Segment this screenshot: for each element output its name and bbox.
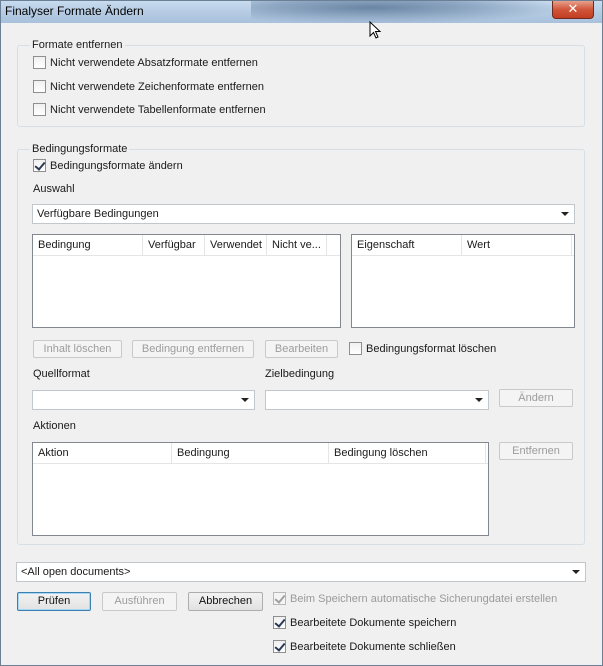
dialog-window: Finalyser Formate Ändern ✕ Formate entfe… xyxy=(0,0,603,666)
absatzformate-checkbox[interactable]: Nicht verwendete Absatzformate entfernen xyxy=(33,56,258,69)
bedingung-entfernen-button[interactable]: Bedingung entfernen xyxy=(132,340,254,358)
checkbox-box[interactable] xyxy=(273,640,286,653)
auswahl-label: Auswahl xyxy=(33,183,75,195)
documents-value: <All open documents> xyxy=(21,566,131,578)
inhalt-loeschen-button[interactable]: Inhalt löschen xyxy=(33,340,122,358)
aendern-button[interactable]: Ändern xyxy=(499,389,573,407)
entfernen-button[interactable]: Entfernen xyxy=(499,442,573,460)
auswahl-dropdown[interactable]: Verfügbare Bedingungen xyxy=(32,204,575,224)
dokumente-speichern-checkbox[interactable]: Bearbeitete Dokumente speichern xyxy=(273,616,456,629)
auswahl-value: Verfügbare Bedingungen xyxy=(37,208,159,220)
column-header-verfuegbar[interactable]: Verfügbar xyxy=(143,235,205,255)
close-button[interactable]: ✕ xyxy=(552,1,594,19)
conditions-list-header: Bedingung Verfügbar Verwendet Nicht ve..… xyxy=(33,235,340,256)
column-header-bedingung-loeschen[interactable]: Bedingung löschen xyxy=(329,443,486,463)
checkbox-box[interactable] xyxy=(33,103,46,116)
mouse-pointer-icon xyxy=(369,21,382,39)
dropdown-arrow-icon[interactable] xyxy=(561,212,569,216)
checkbox-box[interactable] xyxy=(273,616,286,629)
checkbox-label: Bedingungsformat löschen xyxy=(366,342,497,355)
actions-list-header: Aktion Bedingung Bedingung löschen xyxy=(33,443,488,464)
properties-list-header: Eigenschaft Wert xyxy=(352,235,574,256)
dropdown-arrow-icon[interactable] xyxy=(475,398,483,402)
checkbox-label: Nicht verwendete Zeichenformate entferne… xyxy=(50,80,265,93)
documents-dropdown[interactable]: <All open documents> xyxy=(16,562,586,582)
close-icon: ✕ xyxy=(567,1,579,16)
conditions-list[interactable]: Bedingung Verfügbar Verwendet Nicht ve..… xyxy=(32,234,341,328)
aktionen-label: Aktionen xyxy=(33,420,76,432)
properties-list[interactable]: Eigenschaft Wert xyxy=(351,234,575,328)
checkbox-box[interactable] xyxy=(33,159,46,172)
column-header-aktion[interactable]: Aktion xyxy=(33,443,172,463)
column-header-nicht-verwendet[interactable]: Nicht ve... xyxy=(267,235,327,255)
window-title: Finalyser Formate Ändern xyxy=(5,4,144,18)
quellformat-dropdown[interactable] xyxy=(32,390,255,410)
dropdown-arrow-icon[interactable] xyxy=(241,398,249,402)
zielbedingung-label: Zielbedingung xyxy=(265,368,335,380)
title-bar[interactable]: Finalyser Formate Ändern ✕ xyxy=(1,1,602,23)
checkbox-box[interactable] xyxy=(273,592,286,605)
column-header-bedingung[interactable]: Bedingung xyxy=(33,235,143,255)
bearbeiten-button[interactable]: Bearbeiten xyxy=(265,340,338,358)
checkbox-label: Nicht verwendete Absatzformate entfernen xyxy=(50,56,258,69)
checkbox-label: Beim Speichern automatische Sicherungdat… xyxy=(290,592,558,605)
column-header-wert[interactable]: Wert xyxy=(462,235,572,255)
column-header-bedingung[interactable]: Bedingung xyxy=(172,443,329,463)
checkbox-label: Nicht verwendete Tabellenformate entfern… xyxy=(50,103,266,116)
column-header-eigenschaft[interactable]: Eigenschaft xyxy=(352,235,462,255)
ausfuehren-button[interactable]: Ausführen xyxy=(102,592,177,611)
title-bar-background xyxy=(251,1,551,23)
zielbedingung-dropdown[interactable] xyxy=(265,390,489,410)
tabellenformate-checkbox[interactable]: Nicht verwendete Tabellenformate entfern… xyxy=(33,103,266,116)
pruefen-button[interactable]: Prüfen xyxy=(17,592,91,611)
dokumente-schliessen-checkbox[interactable]: Bearbeitete Dokumente schließen xyxy=(273,640,456,653)
checkbox-box[interactable] xyxy=(33,56,46,69)
sicherungsdatei-checkbox[interactable]: Beim Speichern automatische Sicherungdat… xyxy=(273,592,557,605)
formate-entfernen-legend: Formate entfernen xyxy=(30,39,125,51)
quellformat-label: Quellformat xyxy=(33,368,90,380)
bedingungsformat-loeschen-checkbox[interactable]: Bedingungsformat löschen xyxy=(349,342,496,355)
dropdown-arrow-icon[interactable] xyxy=(572,570,580,574)
bedingungsformate-legend: Bedingungsformate xyxy=(30,143,130,155)
checkbox-box[interactable] xyxy=(349,342,362,355)
checkbox-label: Bearbeitete Dokumente speichern xyxy=(290,616,457,629)
checkbox-label: Bedingungsformate ändern xyxy=(50,159,183,172)
checkbox-label: Bearbeitete Dokumente schließen xyxy=(290,640,456,653)
bedingungsformate-aendern-checkbox[interactable]: Bedingungsformate ändern xyxy=(33,159,183,172)
checkbox-box[interactable] xyxy=(33,80,46,93)
column-header-verwendet[interactable]: Verwendet xyxy=(205,235,267,255)
zeichenformate-checkbox[interactable]: Nicht verwendete Zeichenformate entferne… xyxy=(33,80,264,93)
actions-list[interactable]: Aktion Bedingung Bedingung löschen xyxy=(32,442,489,536)
abbrechen-button[interactable]: Abbrechen xyxy=(188,592,263,611)
